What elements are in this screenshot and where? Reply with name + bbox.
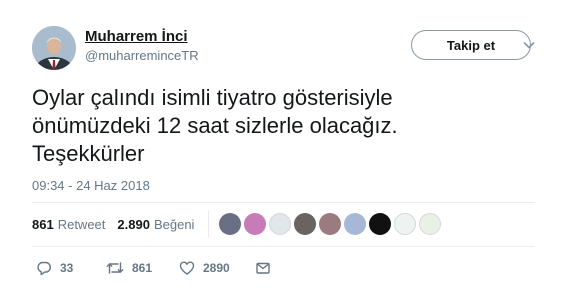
liker-avatar[interactable] <box>294 213 317 235</box>
reply-count: 33 <box>60 261 74 275</box>
user-avatar[interactable] <box>32 26 76 70</box>
tweet-stats: 861 Retweet 2.890 Beğeni <box>32 210 444 238</box>
envelope-icon <box>256 262 270 274</box>
user-screen-name[interactable]: @muharreminceTR <box>85 48 199 64</box>
liker-avatar[interactable] <box>419 213 442 235</box>
retweet-icon <box>106 262 124 274</box>
liker-avatars <box>219 213 444 235</box>
liker-avatar[interactable] <box>319 213 342 235</box>
like-stat-value: 2.890 <box>117 216 150 232</box>
liker-avatar[interactable] <box>244 213 267 235</box>
more-options-chevron-down-icon[interactable] <box>521 37 537 53</box>
direct-message-button[interactable] <box>255 260 271 276</box>
retweet-count: 861 <box>132 261 153 275</box>
like-stat-label: Beğeni <box>153 216 195 232</box>
liker-avatar[interactable] <box>219 213 242 235</box>
retweet-stat[interactable]: 861 Retweet <box>32 217 105 232</box>
liker-avatar[interactable] <box>269 213 292 235</box>
tweet-actions: 33 861 2890 <box>36 258 271 278</box>
like-stat[interactable]: 2.890 Beğeni <box>117 217 194 232</box>
profile-photo-icon <box>32 26 76 70</box>
liker-avatar[interactable] <box>344 213 367 235</box>
liker-avatar[interactable] <box>394 213 417 235</box>
tweet-timestamp[interactable]: 09:34 - 24 Haz 2018 <box>32 178 150 193</box>
liker-avatar[interactable] <box>369 213 392 235</box>
heart-icon <box>179 261 195 275</box>
like-button[interactable]: 2890 <box>179 260 255 276</box>
divider-top <box>32 202 535 203</box>
tweet-card: Muharrem İnci @muharreminceTR Takip et O… <box>0 0 567 295</box>
follow-button[interactable]: Takip et <box>411 30 531 60</box>
user-info: Muharrem İnci @muharreminceTR <box>85 28 199 64</box>
reply-icon <box>37 261 51 276</box>
like-count: 2890 <box>203 261 230 275</box>
user-display-name[interactable]: Muharrem İnci <box>85 28 199 46</box>
reply-button[interactable]: 33 <box>36 260 106 276</box>
tweet-text: Oylar çalındı isimli tiyatro gösterisiyl… <box>32 85 398 166</box>
retweet-button[interactable]: 861 <box>106 260 179 276</box>
retweet-stat-value: 861 <box>32 216 54 232</box>
stats-separator <box>208 210 210 238</box>
divider-bottom <box>32 246 535 247</box>
retweet-stat-label: Retweet <box>57 216 106 232</box>
